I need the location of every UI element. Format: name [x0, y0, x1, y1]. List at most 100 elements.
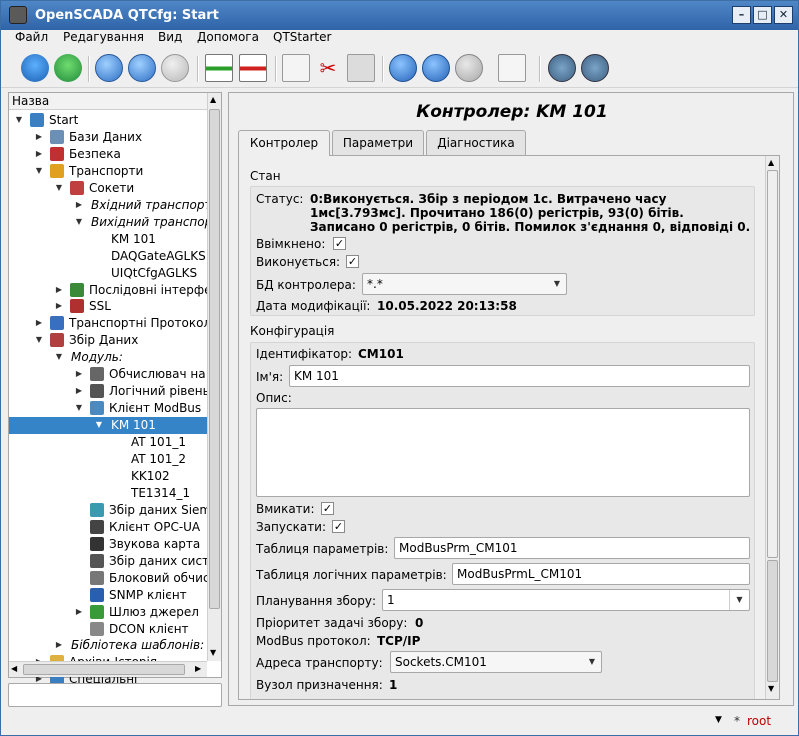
chevron-right-icon[interactable]: ▶: [34, 146, 44, 162]
scroll-down-icon[interactable]: ▼: [210, 648, 216, 657]
copy-icon[interactable]: [282, 54, 310, 82]
maximize-button[interactable]: □: [753, 6, 772, 24]
refresh-icon[interactable]: [389, 54, 417, 82]
chevron-right-icon[interactable]: ▶: [74, 383, 84, 399]
tree-item[interactable]: ▶ Послідовні інтерфейси: [9, 282, 207, 299]
tree-item[interactable]: ▶ Шлюз джерел: [9, 604, 207, 621]
start-station-icon[interactable]: [548, 54, 576, 82]
pane-vertical-scrollbar[interactable]: ▲ ▼: [765, 156, 779, 699]
chevron-down-icon[interactable]: ▼: [34, 332, 44, 348]
tree-item[interactable]: ▼ Збір Даних: [9, 332, 207, 349]
tree-item[interactable]: ▶ SSL: [9, 298, 207, 315]
tree-item[interactable]: ▼ Транспорти: [9, 163, 207, 180]
tree-search-input[interactable]: [8, 683, 222, 707]
tree-item[interactable]: ▼ Start: [9, 112, 207, 129]
tab-controller[interactable]: Контролер: [238, 130, 330, 156]
tree-item[interactable]: ▶ Бази Даних: [9, 129, 207, 146]
chevron-right-icon[interactable]: ▶: [74, 366, 84, 382]
menu-view[interactable]: Вид: [158, 30, 182, 44]
menu-qtstarter[interactable]: QTStarter: [273, 30, 331, 44]
chevron-down-icon[interactable]: ▼: [94, 417, 104, 433]
scroll-left-icon[interactable]: ◀: [11, 664, 17, 673]
db-select[interactable]: *.* ▼: [362, 273, 567, 295]
up-icon[interactable]: [95, 54, 123, 82]
tree-vertical-scrollbar[interactable]: ▲ ▼: [207, 93, 221, 661]
tree-item[interactable]: KM 101: [9, 231, 207, 248]
chevron-down-icon[interactable]: ▼: [74, 214, 84, 230]
description-field[interactable]: [256, 408, 750, 497]
tree-item[interactable]: AT 101_1: [9, 434, 207, 451]
prml-table-field[interactable]: ModBusPrmL_CM101: [452, 563, 750, 585]
scroll-up-icon[interactable]: ▲: [210, 95, 216, 104]
menu-edit[interactable]: Редагування: [63, 30, 144, 44]
enable-checkbox[interactable]: ✓: [321, 502, 334, 515]
paste-icon[interactable]: [347, 54, 375, 82]
pane-scroll-thumb[interactable]: [767, 560, 778, 682]
scroll-right-icon[interactable]: ▶: [195, 664, 201, 673]
chevron-right-icon[interactable]: ▶: [34, 129, 44, 145]
prm-table-field[interactable]: ModBusPrm_CM101: [394, 537, 750, 559]
chevron-right-icon[interactable]: ▶: [54, 637, 64, 653]
stop-icon[interactable]: [455, 54, 483, 82]
chevron-right-icon[interactable]: ▶: [34, 315, 44, 331]
tree-horizontal-scrollbar[interactable]: ◀ ▶: [9, 661, 207, 677]
tree-item[interactable]: UIQtCfgAGLKS: [9, 265, 207, 282]
load-db-icon[interactable]: [21, 54, 49, 82]
cut-icon[interactable]: ✂: [314, 54, 342, 82]
tree-hscroll-thumb[interactable]: [23, 664, 185, 675]
save-db-icon[interactable]: [54, 54, 82, 82]
tree-item[interactable]: DCON клієнт: [9, 621, 207, 638]
tree-item[interactable]: SNMP клієнт: [9, 587, 207, 604]
menu-file[interactable]: Файл: [15, 30, 48, 44]
chevron-down-icon[interactable]: ▼: [74, 400, 84, 416]
tree-item[interactable]: TE1314_1: [9, 485, 207, 502]
delete-item-icon[interactable]: [239, 54, 267, 82]
tab-diagnostics[interactable]: Діагностика: [426, 130, 526, 155]
tree-item[interactable]: ▼ Сокети: [9, 180, 207, 197]
scroll-up-icon[interactable]: ▲: [768, 158, 774, 167]
minimize-button[interactable]: –: [732, 6, 751, 24]
tab-parameters[interactable]: Параметри: [332, 130, 424, 155]
scroll-down-icon[interactable]: ▼: [768, 684, 774, 693]
tree-item[interactable]: ▶ Обчислювач на: [9, 366, 207, 383]
name-field[interactable]: KM 101: [289, 365, 750, 387]
stop-station-icon[interactable]: [581, 54, 609, 82]
navigation-tree[interactable]: Назва ▼ Start ▶ Бази Даних ▶ Безпека ▼ Транспор…: [8, 92, 222, 687]
start-checkbox[interactable]: ✓: [332, 520, 345, 533]
schedule-select[interactable]: 1 ▼: [382, 589, 750, 611]
chevron-down-icon[interactable]: ▼: [14, 112, 24, 128]
tree-scroll-thumb[interactable]: [209, 109, 220, 609]
tree-item[interactable]: AT 101_2: [9, 451, 207, 468]
tree-item[interactable]: DAQGateAGLKS: [9, 248, 207, 265]
chevron-down-icon[interactable]: ▼: [729, 590, 749, 610]
chevron-down-icon[interactable]: ▼: [54, 349, 64, 365]
tree-item[interactable]: Звукова карта: [9, 536, 207, 553]
chevron-down-icon[interactable]: ▼: [715, 715, 722, 725]
tree-item[interactable]: ▶ Транспортні Протоколи: [9, 315, 207, 332]
chevron-right-icon[interactable]: ▶: [54, 282, 64, 298]
chevron-down-icon[interactable]: ▼: [34, 163, 44, 179]
manual-icon[interactable]: [498, 54, 526, 82]
chevron-right-icon[interactable]: ▶: [74, 604, 84, 620]
tree-item[interactable]: ▼ KM 101: [9, 417, 207, 435]
tree-item[interactable]: ▶ Бібліотека шаблонів:: [9, 637, 207, 654]
tree-header[interactable]: Назва: [9, 93, 207, 110]
tree-item[interactable]: ▼ Клієнт ModBus: [9, 400, 207, 417]
transport-select[interactable]: Sockets.CM101 ▼: [390, 651, 602, 673]
add-item-icon[interactable]: [205, 54, 233, 82]
back-icon[interactable]: [128, 54, 156, 82]
tree-item[interactable]: Збір даних Siemens: [9, 502, 207, 519]
tree-item[interactable]: ▶ Логічний рівень: [9, 383, 207, 400]
chevron-down-icon[interactable]: ▼: [54, 180, 64, 196]
tree-item[interactable]: ▶ Вхідний транспорт: [9, 197, 207, 214]
menu-help[interactable]: Допомога: [197, 30, 259, 44]
forward-icon[interactable]: [161, 54, 189, 82]
chevron-right-icon[interactable]: ▶: [74, 197, 84, 213]
running-checkbox[interactable]: ✓: [346, 255, 359, 268]
tree-item[interactable]: Збір даних систем: [9, 553, 207, 570]
tree-item[interactable]: Клієнт OPC-UA: [9, 519, 207, 536]
chevron-right-icon[interactable]: ▶: [54, 298, 64, 314]
tree-item[interactable]: ▼ Вихідний транспорт: [9, 214, 207, 231]
tree-item[interactable]: ▼ Модуль:: [9, 349, 207, 366]
enabled-checkbox[interactable]: ✓: [333, 237, 346, 250]
